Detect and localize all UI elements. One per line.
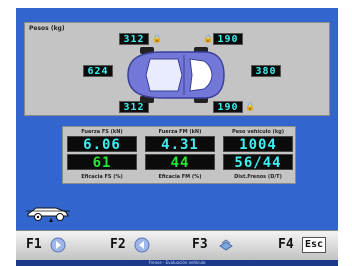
weight-front-right: 190: [213, 33, 243, 45]
print-icon[interactable]: [218, 237, 234, 253]
help-icon[interactable]: [50, 237, 66, 253]
brake-distribution-value: 56/44: [223, 154, 293, 171]
fs-efficiency-label: Eficacia FS (%): [81, 174, 123, 180]
fs-force-value: 6.06: [67, 136, 137, 153]
f2-key[interactable]: F2: [110, 235, 126, 255]
app-screen: Pesos (kg) 312 🔒 🔒 190 624 380 312 190 🔒…: [16, 8, 338, 266]
lock-icon: 🔒: [245, 102, 255, 111]
weights-title: Pesos (kg): [29, 25, 65, 32]
brake-car-icon: [26, 207, 70, 222]
fm-efficiency-value: 44: [145, 154, 215, 171]
vehicle-weight-label: Peso vehículo (kg): [231, 129, 285, 135]
f3-key[interactable]: F3: [192, 235, 208, 255]
fs-efficiency-value: 61: [67, 154, 137, 171]
weight-left: 624: [83, 65, 113, 77]
vehicle-weight-value: 1004: [223, 136, 293, 153]
lock-icon: 🔒: [152, 34, 162, 43]
back-icon[interactable]: [134, 237, 150, 253]
weights-panel: Pesos (kg) 312 🔒 🔒 190 624 380 312 190 🔒: [24, 22, 330, 116]
weight-front-left: 312: [119, 33, 149, 45]
lock-icon: 🔒: [203, 34, 213, 43]
car-top-view-icon: [127, 47, 225, 103]
gauges-panel: Fuerza FS (kN) Fuerza FM (kN) Peso vehíc…: [62, 126, 296, 184]
fs-force-label: Fuerza FS (kN): [81, 129, 123, 135]
fm-efficiency-label: Eficacia FM (%): [158, 174, 202, 180]
fm-force-value: 4.31: [145, 136, 215, 153]
status-bar: Frenos - Evaluación vehículo: [16, 260, 338, 266]
function-key-bar: F1 F2 F3 F4 Esc: [16, 230, 338, 260]
escape-icon[interactable]: Esc: [302, 237, 327, 253]
f4-key[interactable]: F4: [278, 235, 294, 255]
brake-distribution-label: Dist.Frenos (D/T): [234, 174, 282, 180]
f1-key[interactable]: F1: [26, 235, 42, 255]
weight-right: 380: [251, 65, 281, 77]
fm-force-label: Fuerza FM (kN): [158, 129, 202, 135]
